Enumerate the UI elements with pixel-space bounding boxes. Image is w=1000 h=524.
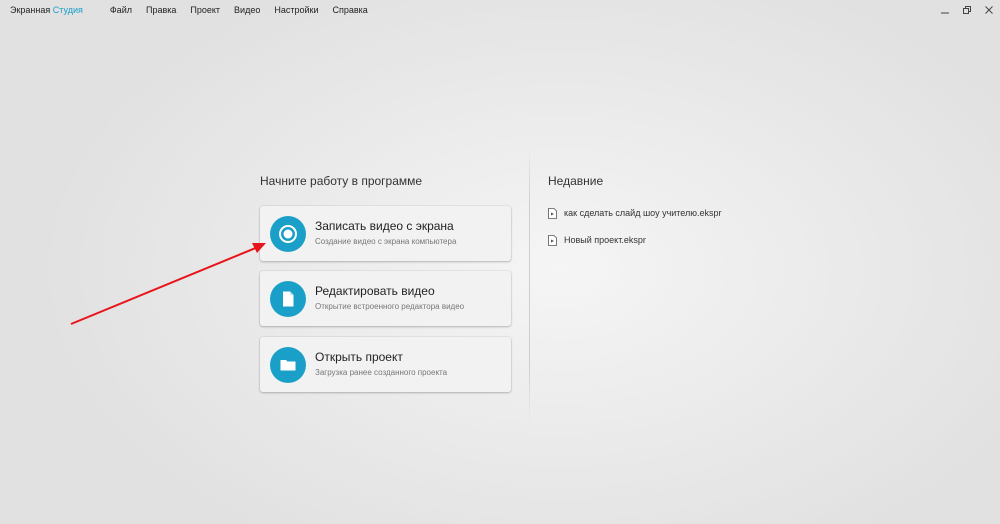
annotation-arrow [70,243,266,325]
record-icon [270,215,306,252]
card-title: Открыть проект [315,350,403,364]
close-button[interactable] [978,0,1000,20]
card-subtitle: Загрузка ранее созданного проекта [315,368,448,377]
minimize-button[interactable] [934,0,956,20]
app-title: Экранная Студия [10,5,83,15]
start-heading: Начните работу в программе [260,174,423,188]
file-icon [548,234,557,246]
title-bar: Экранная Студия Файл Правка Проект Видео… [0,0,1000,20]
menu-help[interactable]: Справка [325,0,374,20]
menu-edit[interactable]: Правка [139,0,183,20]
recent-item[interactable]: Новый проект.ekspr [548,233,722,247]
app-title-accent: Студия [52,5,83,15]
app-title-main: Экранная [10,5,51,15]
recent-list: как сделать слайд шоу учителю.ekspr Новы… [548,206,722,260]
recent-item[interactable]: как сделать слайд шоу учителю.ekspr [548,206,722,220]
folder-icon [270,346,306,383]
card-subtitle: Создание видео с экрана компьютера [315,237,457,246]
restore-button[interactable] [956,0,978,20]
close-icon [985,6,993,14]
edit-video-button[interactable]: Редактировать видео Открытие встроенного… [260,271,511,326]
file-icon [548,207,557,219]
window-controls [934,0,1000,20]
recent-heading: Недавние [548,174,604,188]
record-screen-button[interactable]: Записать видео с экрана Создание видео с… [260,206,511,261]
card-title: Редактировать видео [315,284,435,298]
menu-file[interactable]: Файл [103,0,139,20]
menu-project[interactable]: Проект [183,0,227,20]
open-project-button[interactable]: Открыть проект Загрузка ранее созданного… [260,337,511,392]
menu-settings[interactable]: Настройки [267,0,325,20]
recent-item-name: Новый проект.ekspr [564,235,646,245]
card-subtitle: Открытие встроенного редактора видео [315,302,465,311]
menu-video[interactable]: Видео [227,0,267,20]
minimize-icon [941,12,949,14]
card-title: Записать видео с экрана [315,219,454,233]
recent-item-name: как сделать слайд шоу учителю.ekspr [564,208,722,218]
restore-icon [963,6,971,14]
menu-bar: Файл Правка Проект Видео Настройки Справ… [103,0,375,20]
document-icon [270,280,306,317]
column-divider [529,145,530,423]
